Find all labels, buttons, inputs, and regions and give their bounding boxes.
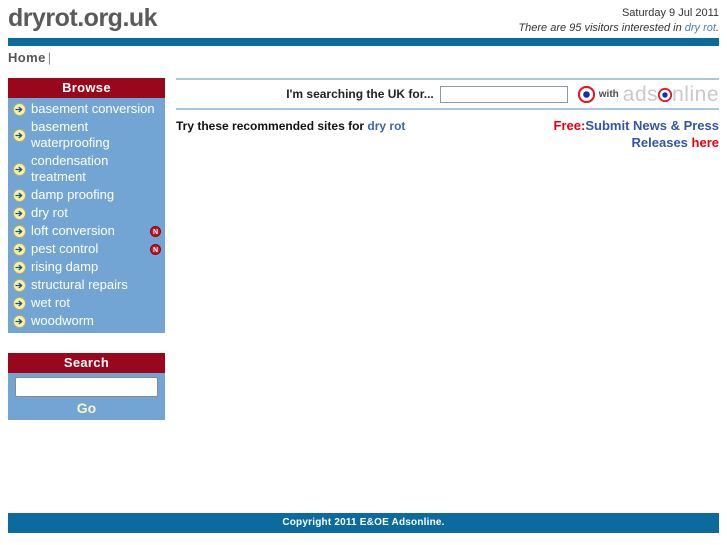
arrow-right-icon bbox=[13, 314, 26, 328]
arrow-right-icon bbox=[13, 128, 26, 142]
search-row-bottom-rule bbox=[176, 108, 719, 110]
uk-search-label: I'm searching the UK for... bbox=[286, 87, 434, 101]
arrow-right-icon bbox=[13, 162, 26, 176]
sidebar-item-label: rising damp bbox=[31, 259, 99, 274]
sidebar-item-woodworm[interactable]: woodworm bbox=[8, 312, 165, 330]
browse-panel: Browse basement conversion basement wate… bbox=[8, 78, 165, 333]
search-panel: Search Go bbox=[8, 353, 165, 420]
recommend-topic-link[interactable]: dry rot bbox=[367, 119, 405, 133]
logo-text-ads: ads bbox=[622, 82, 659, 106]
sidebar-search-go-button[interactable]: Go bbox=[15, 400, 158, 416]
search-panel-title: Search bbox=[8, 353, 165, 373]
visitor-count-line: There are 95 visitors interested in dry … bbox=[518, 21, 719, 35]
nav-separator: | bbox=[47, 50, 52, 65]
with-label: with bbox=[598, 88, 619, 100]
uk-search-bar: I'm searching the UK for... with ads nli… bbox=[176, 80, 719, 108]
sidebar-item-structural-repairs[interactable]: structural repairs bbox=[8, 276, 165, 294]
main-column: I'm searching the UK for... with ads nli… bbox=[176, 78, 719, 159]
sidebar-item-damp-proofing[interactable]: damp proofing bbox=[8, 186, 165, 204]
arrow-right-icon bbox=[13, 296, 26, 310]
search-panel-body: Go bbox=[8, 373, 165, 420]
page-root: dryrot.org.uk Saturday 9 Jul 2011 There … bbox=[0, 0, 727, 545]
recommend-prefix: Try these recommended sites for bbox=[176, 119, 368, 133]
arrow-right-icon bbox=[13, 102, 26, 116]
new-badge-icon: N bbox=[150, 243, 161, 255]
sidebar-item-label: damp proofing bbox=[31, 187, 115, 202]
site-header: dryrot.org.uk Saturday 9 Jul 2011 There … bbox=[0, 0, 727, 38]
promo-line1: Submit News & Press bbox=[585, 118, 719, 133]
sidebar-item-label: condensation treatment bbox=[31, 153, 109, 184]
arrow-right-icon bbox=[13, 188, 26, 202]
uk-search-input[interactable] bbox=[439, 85, 568, 103]
target-icon[interactable] bbox=[577, 85, 595, 103]
sidebar-item-condensation-treatment[interactable]: condensation treatment bbox=[8, 152, 165, 186]
sidebar-item-label: basement conversion bbox=[31, 101, 155, 116]
logo-text-nline: nline bbox=[672, 82, 719, 106]
sidebar-item-pest-control[interactable]: pest control N bbox=[8, 240, 165, 258]
header-divider-bar bbox=[8, 38, 719, 46]
arrow-right-icon bbox=[13, 278, 26, 292]
promo-submit-news[interactable]: Free:Submit News & Press Releases here bbox=[519, 117, 719, 151]
sidebar-item-rising-damp[interactable]: rising damp bbox=[8, 258, 165, 276]
sidebar-item-label: woodworm bbox=[31, 313, 94, 328]
browse-panel-title: Browse bbox=[8, 78, 165, 98]
breadcrumb: Home | bbox=[0, 46, 727, 70]
brand-block: with ads nline bbox=[577, 84, 719, 105]
sidebar-item-wet-rot[interactable]: wet rot bbox=[8, 294, 165, 312]
nav-item-home[interactable]: Home bbox=[8, 50, 46, 65]
visitor-count-text: There are 95 visitors interested in bbox=[518, 22, 685, 34]
recommend-row: Try these recommended sites for dry rot … bbox=[176, 117, 719, 159]
visitor-suffix: . bbox=[715, 22, 719, 34]
visitor-topic-link[interactable]: dry rot bbox=[685, 22, 716, 34]
sidebar-search-input[interactable] bbox=[15, 377, 158, 397]
sidebar-item-label: dry rot bbox=[31, 205, 68, 220]
promo-free-label: Free: bbox=[553, 118, 586, 133]
promo-line2: Releases bbox=[631, 135, 692, 150]
new-badge-icon: N bbox=[150, 225, 161, 237]
sidebar-item-loft-conversion[interactable]: loft conversion N bbox=[8, 222, 165, 240]
sidebar-item-label: pest control bbox=[31, 241, 99, 256]
sidebar-item-label: basement waterproofing bbox=[31, 119, 110, 150]
arrow-right-icon bbox=[13, 242, 26, 256]
promo-here-link[interactable]: here bbox=[692, 135, 719, 150]
current-date: Saturday 9 Jul 2011 bbox=[621, 7, 719, 19]
sidebar-item-basement-conversion[interactable]: basement conversion bbox=[8, 100, 165, 118]
sidebar-item-label: loft conversion bbox=[31, 223, 115, 238]
svg-text:N: N bbox=[153, 229, 158, 236]
sidebar-item-basement-waterproofing[interactable]: basement waterproofing bbox=[8, 118, 165, 152]
sidebar-item-label: structural repairs bbox=[31, 277, 128, 292]
sidebar-item-label: wet rot bbox=[31, 295, 71, 310]
site-title: dryrot.org.uk bbox=[8, 4, 158, 32]
header-meta: Saturday 9 Jul 2011 There are 95 visitor… bbox=[518, 6, 719, 35]
target-dot-icon bbox=[658, 88, 673, 102]
browse-panel-body: basement conversion basement waterproofi… bbox=[8, 98, 165, 333]
recommend-text: Try these recommended sites for dry rot bbox=[176, 119, 405, 133]
sidebar-item-dry-rot[interactable]: dry rot bbox=[8, 204, 165, 222]
page-footer: Copyright 2011 E&OE Adsonline. bbox=[8, 513, 719, 533]
sidebar: Browse basement conversion basement wate… bbox=[8, 78, 165, 440]
arrow-right-icon bbox=[13, 260, 26, 274]
svg-text:N: N bbox=[153, 247, 158, 254]
arrow-right-icon bbox=[13, 224, 26, 238]
adsonline-logo[interactable]: ads nline bbox=[623, 84, 719, 105]
arrow-right-icon bbox=[13, 206, 26, 220]
